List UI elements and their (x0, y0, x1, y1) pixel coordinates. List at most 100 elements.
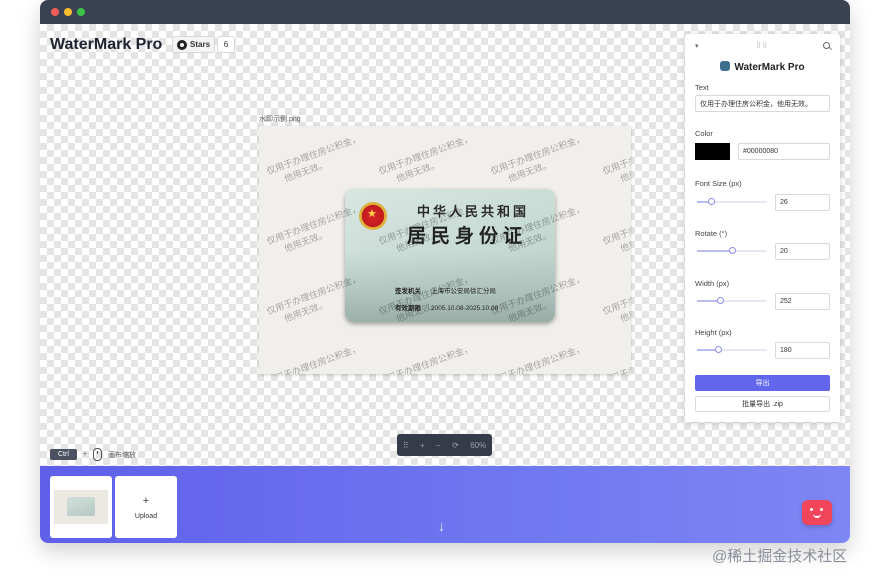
plus-icon: + (142, 494, 150, 507)
app-logo-icon (720, 61, 731, 71)
watermark-text: 仅用于办理住房公积金，他用无效。 (489, 342, 591, 374)
height-slider[interactable] (697, 346, 767, 353)
watermark-line2: 他用无效。 (618, 228, 631, 254)
height-slider-thumb[interactable] (714, 346, 722, 353)
canvas-area[interactable]: WaterMark Pro Stars 6 水印示例.png 中华人民共和国 居… (40, 24, 850, 466)
rotate-slider[interactable] (697, 247, 767, 254)
preview-image[interactable]: 中华人民共和国 居民身份证 签发机关 上海市公安局徐汇分局 有效期限 2005.10… (259, 126, 631, 374)
color-swatch[interactable] (695, 143, 730, 160)
batch-export-zip-button[interactable]: 批量导出 .zip (695, 396, 830, 412)
search-icon[interactable] (823, 42, 830, 49)
rotate-slider-thumb[interactable] (728, 247, 736, 254)
image-thumbnail[interactable] (50, 476, 112, 538)
panel-drag-icon[interactable]: ⠿⠿ (756, 42, 768, 50)
card-issuer-key: 签发机关 (395, 288, 421, 295)
watermark-text: 仅用于办理住房公积金，他用无效。 (377, 132, 479, 190)
zoom-hint: Ctrl + 画布缩放 (50, 448, 136, 461)
zoom-in-button[interactable]: + (420, 441, 425, 450)
card-valid-value: 2005.10.08-2025.10.08 (431, 305, 499, 312)
upload-label: Upload (134, 512, 158, 520)
stars-label: Stars (190, 40, 211, 49)
watermark-text: 仅用于办理住房公积金，他用无效。 (377, 342, 479, 374)
drag-handle-icon[interactable]: ⠿ (403, 441, 409, 450)
watermark-line1: 仅用于办理住房公积金， (489, 343, 586, 374)
panel-title: WaterMark Pro (685, 61, 840, 73)
source-credit: @稀土掘金技术社区 (712, 548, 848, 565)
font-size-label: Font Size (px) (695, 179, 742, 188)
watermark-line1: 仅用于办理住房公积金， (601, 273, 631, 317)
card-title-line1: 中华人民共和国 (417, 205, 530, 220)
font-size-slider[interactable] (697, 198, 767, 205)
watermark-line1: 仅用于办理住房公积金， (377, 343, 474, 374)
text-label: Text (695, 83, 709, 92)
settings-panel: ▾ ⠿⠿ WaterMark Pro Text 仅用于办理住房公积金，他用无效。… (685, 34, 840, 422)
watermark-text: 仅用于办理住房公积金，他用无效。 (265, 132, 367, 190)
github-stars-button[interactable]: Stars (172, 36, 216, 53)
rotate-slider-fill (697, 250, 732, 252)
watermark-line2: 他用无效。 (394, 158, 441, 184)
font-size-input[interactable]: 26 (775, 194, 830, 211)
watermark-text: 仅用于办理住房公积金，他用无效。 (265, 342, 367, 374)
title-bar (40, 0, 850, 24)
font-size-slider-thumb[interactable] (707, 198, 715, 205)
watermark-line2: 他用无效。 (618, 298, 631, 324)
mascot-icon[interactable] (802, 500, 832, 525)
watermark-line1: 仅用于办理住房公积金， (601, 203, 631, 247)
watermark-line2: 他用无效。 (269, 354, 366, 374)
watermark-text: 仅用于办理住房公积金，他用无效。 (601, 202, 631, 260)
zoom-out-button[interactable]: − (436, 441, 441, 450)
watermark-line1: 仅用于办理住房公积金， (601, 133, 631, 177)
watermark-line1: 仅用于办理住房公积金， (265, 343, 362, 374)
maximize-window-button[interactable] (77, 8, 85, 16)
upload-button[interactable]: + Upload (115, 476, 177, 538)
rotate-input[interactable]: 20 (775, 243, 830, 260)
watermark-line2: 他用无效。 (605, 354, 631, 374)
card-valid-row: 有效期限 2005.10.08-2025.10.08 (395, 302, 498, 312)
close-window-button[interactable] (51, 8, 59, 16)
rotate-label: Rotate (°) (695, 229, 728, 238)
app-window: WaterMark Pro Stars 6 水印示例.png 中华人民共和国 居… (40, 0, 850, 543)
watermark-text: 仅用于办理住房公积金，他用无效。 (489, 132, 591, 190)
watermark-line2: 他用无效。 (493, 354, 590, 374)
text-input[interactable]: 仅用于办理住房公积金，他用无效。 (695, 95, 830, 112)
reset-zoom-icon[interactable]: ⟳ (452, 441, 459, 450)
color-hex-input[interactable]: #00000080 (738, 143, 830, 160)
github-icon (177, 39, 187, 50)
watermark-text: 仅用于办理住房公积金，他用无效。 (601, 342, 631, 374)
arrow-down-icon[interactable]: ↓ (438, 518, 445, 534)
hint-plus: + (82, 451, 87, 458)
width-slider-thumb[interactable] (716, 297, 724, 304)
watermark-line2: 他用无效。 (282, 158, 329, 184)
color-label: Color (695, 129, 713, 138)
stars-count: 6 (217, 36, 235, 53)
id-card-image: 中华人民共和国 居民身份证 签发机关 上海市公安局徐汇分局 有效期限 2005.10… (345, 189, 555, 322)
image-filename: 水印示例.png (259, 116, 301, 123)
watermark-text: 仅用于办理住房公积金，他用无效。 (601, 132, 631, 190)
watermark-line2: 他用无效。 (618, 158, 631, 184)
app-title: WaterMark Pro (50, 36, 163, 53)
watermark-line1: 仅用于办理住房公积金， (489, 133, 586, 177)
image-tray: + Upload ↓ (40, 466, 850, 543)
height-label: Height (px) (695, 328, 732, 337)
width-label: Width (px) (695, 279, 730, 288)
watermark-line1: 仅用于办理住房公积金， (265, 133, 362, 177)
thumbnail-preview (54, 490, 108, 524)
watermark-line1: 仅用于办理住房公积金， (601, 343, 631, 374)
card-issuer-row: 签发机关 上海市公安局徐汇分局 (395, 285, 496, 295)
zoom-level: 60% (470, 440, 487, 450)
height-input[interactable]: 180 (775, 342, 830, 359)
width-slider[interactable] (697, 297, 767, 304)
watermark-text: 仅用于办理住房公积金，他用无效。 (601, 272, 631, 330)
export-button[interactable]: 导出 (695, 375, 830, 391)
mouse-wheel-icon (92, 448, 102, 461)
card-title-line2: 居民身份证 (407, 225, 528, 247)
watermark-line1: 仅用于办理住房公积金， (377, 133, 474, 177)
watermark-line2: 他用无效。 (381, 354, 478, 374)
ctrl-key-badge: Ctrl (50, 449, 77, 460)
watermark-line2: 他用无效。 (506, 158, 553, 184)
card-issuer-value: 上海市公安局徐汇分局 (431, 288, 496, 295)
zoom-toolbar: ⠿ + − ⟳ 60% (397, 434, 492, 456)
collapse-caret-icon[interactable]: ▾ (695, 42, 699, 50)
width-input[interactable]: 252 (775, 293, 830, 310)
minimize-window-button[interactable] (64, 8, 72, 16)
